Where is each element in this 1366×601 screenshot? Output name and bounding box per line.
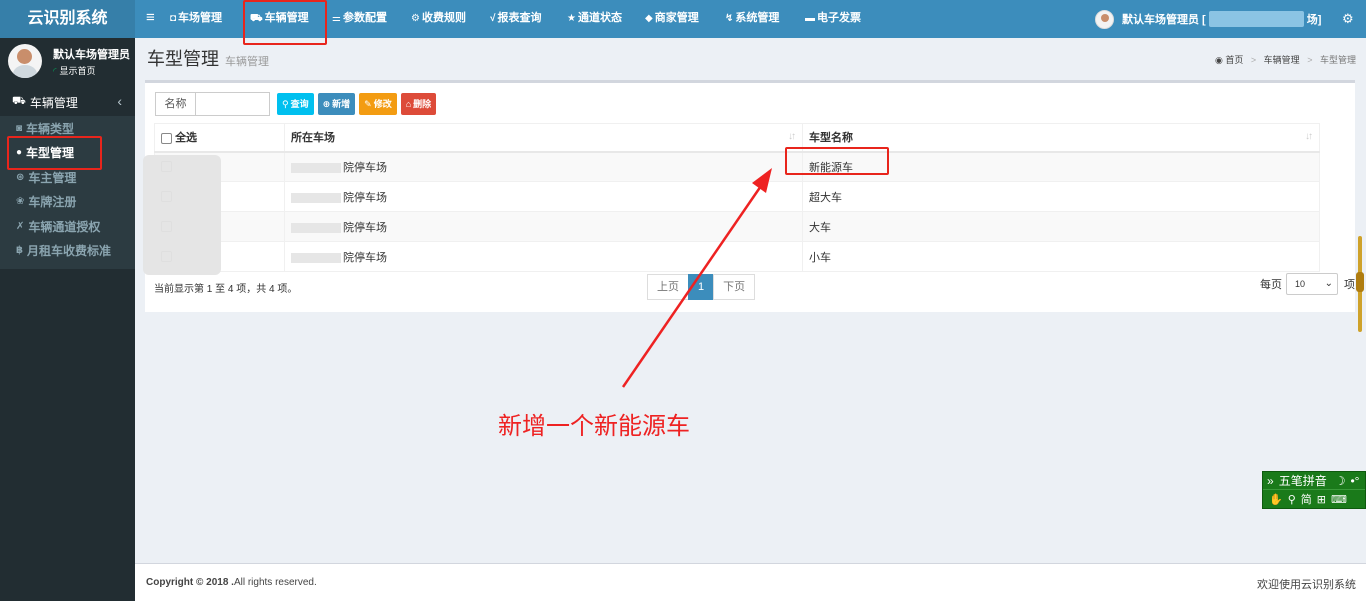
ime-mode[interactable]: 五笔拼音 [1279, 472, 1327, 489]
ime-toolbar[interactable]: » 五笔拼音 ☽ •° ✋ ⚲ 简 ⊞ ⌨ [1262, 471, 1366, 509]
footer: Copyright © 2018 .All rights reserved. 欢… [135, 563, 1366, 601]
copyright: Copyright © 2018 .All rights reserved. [146, 577, 317, 588]
grid-icon: ⊞ [1316, 493, 1326, 506]
scrollbar[interactable] [1356, 236, 1364, 332]
scrollbar-thumb[interactable] [1356, 272, 1364, 292]
welcome-text: 欢迎使用云识别系统 [1257, 579, 1356, 591]
arrow-head [752, 168, 772, 193]
double-up-icon: » [1267, 473, 1274, 488]
moon-icon: ☽ [1334, 473, 1346, 488]
punctuation-icon: •° [1350, 473, 1360, 488]
annotation-arrow [621, 168, 772, 388]
keyboard-icon: ⌨ [1330, 493, 1347, 506]
ime-charset[interactable]: 简 [1301, 491, 1312, 507]
search-icon: ⚲ [1287, 493, 1296, 506]
annotation-text: 新增一个新能源车 [498, 413, 690, 440]
hand-icon: ✋ [1269, 493, 1283, 506]
arrow-line [621, 182, 765, 388]
